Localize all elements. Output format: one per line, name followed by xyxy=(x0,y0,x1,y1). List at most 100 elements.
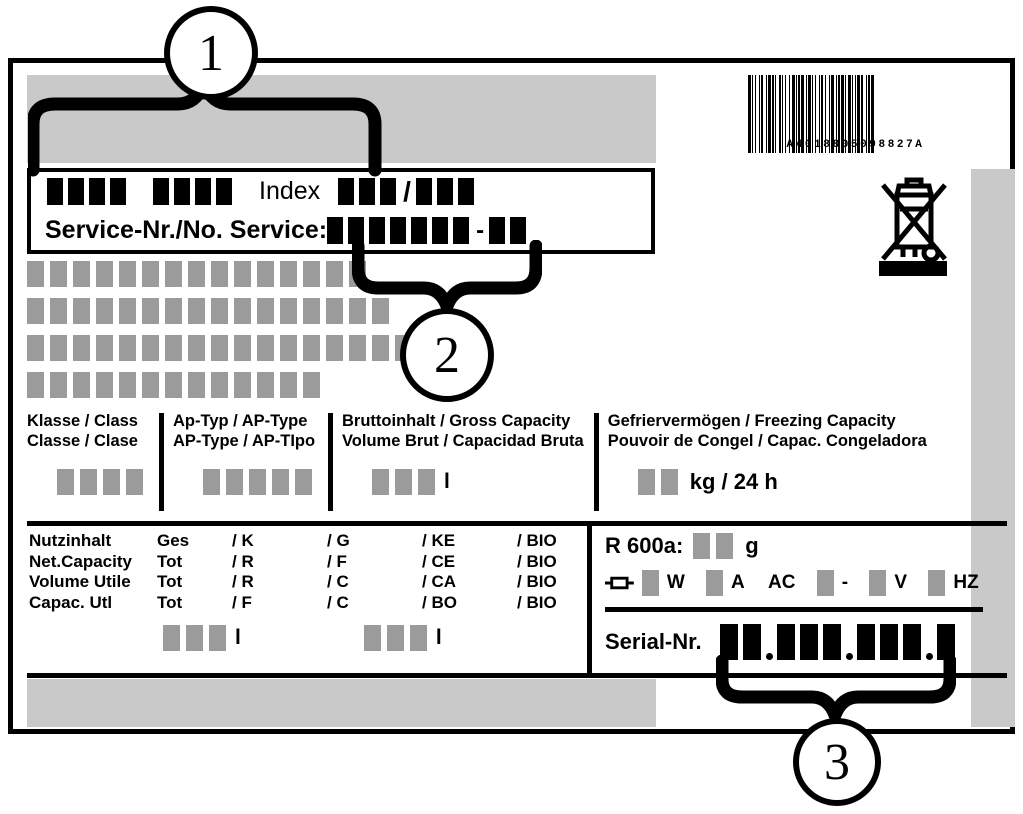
grey-filler-block xyxy=(234,298,251,324)
model-block xyxy=(195,178,211,205)
technical-divider-rule xyxy=(605,607,983,612)
service-number-label: Service-Nr./No. Service: xyxy=(45,216,328,244)
capacity-table-cell: / KE xyxy=(422,531,456,550)
grey-filler-block xyxy=(234,372,251,398)
spec-heading-line1: Bruttoinhalt / Gross Capacity xyxy=(342,412,571,430)
grey-filler-block xyxy=(211,261,228,287)
callout-number-1[interactable]: 1 xyxy=(164,6,258,100)
capacity-table-cell: / BIO xyxy=(517,551,557,571)
grey-filler-block xyxy=(165,335,182,361)
capacity-value-block xyxy=(409,625,427,651)
capacity-value-block xyxy=(386,625,404,651)
spec-value-block xyxy=(80,469,97,495)
capacity-table-cell: / BIO xyxy=(517,572,557,591)
grey-filler-block xyxy=(234,261,251,287)
technical-panel: R 600a: g W A AC - V HZ Serial-Nr. xyxy=(605,529,1000,660)
refrigerant-block xyxy=(693,533,711,559)
capacity-value-group: l xyxy=(163,625,241,651)
grey-filler-row xyxy=(27,372,418,398)
grey-filler-block xyxy=(257,372,274,398)
spec-column-freezing-capacity: Gefriervermögen / Freezing Capacity Pouvo… xyxy=(593,411,937,523)
grey-filler-block xyxy=(257,298,274,324)
grey-filler-block xyxy=(188,372,205,398)
capacity-table-cell: / C xyxy=(327,572,349,591)
grey-filler-block xyxy=(303,372,320,398)
spec-value-block xyxy=(418,469,435,495)
grey-filler-block xyxy=(303,261,320,287)
grey-filler-block xyxy=(280,298,297,324)
grey-filler-block xyxy=(326,335,343,361)
grey-filler-block xyxy=(119,335,136,361)
index-block xyxy=(415,178,432,205)
capacity-table-row: Volume Utile Tot / R / C / CA / BIO xyxy=(29,572,587,593)
spec-column-heading: Klasse / Class Classe / Clase xyxy=(27,411,149,451)
spec-value-block xyxy=(203,469,220,495)
grey-filler-block xyxy=(119,261,136,287)
grey-filler-block xyxy=(211,372,228,398)
callout-number-3[interactable]: 3 xyxy=(793,718,881,806)
spec-heading-line1: Klasse / Class xyxy=(27,412,138,430)
spec-value: kg / 24 h xyxy=(608,469,927,495)
net-capacity-values: ll xyxy=(163,625,565,651)
spec-value-block xyxy=(103,469,120,495)
grey-filler-block xyxy=(303,335,320,361)
capacity-table-cell: / BIO xyxy=(517,592,557,612)
model-block xyxy=(68,178,84,205)
grey-filler-block xyxy=(303,298,320,324)
grey-filler-block xyxy=(165,261,182,287)
barcode: A4018805098827A xyxy=(748,75,963,170)
grey-filler-block xyxy=(280,335,297,361)
index-blocks-right xyxy=(415,178,479,205)
model-block xyxy=(216,178,232,205)
grey-filler-block xyxy=(372,335,389,361)
capacity-table-cell: Tot xyxy=(157,572,183,591)
refrigerant-unit: g xyxy=(745,533,759,558)
grey-filler-block xyxy=(27,261,44,287)
grey-filler-block xyxy=(142,298,159,324)
capacity-value-block xyxy=(209,625,226,651)
electrical-unit-w: W xyxy=(666,572,685,593)
model-blocks-group-2 xyxy=(153,178,237,205)
spec-value-block xyxy=(395,469,412,495)
grey-filler-block xyxy=(96,261,113,287)
spec-value-block xyxy=(226,469,243,495)
electrical-unit-hz: HZ xyxy=(953,572,979,593)
capacity-table-cell: Tot xyxy=(157,592,183,612)
spec-value-block xyxy=(272,469,289,495)
spec-heading-line1: Gefriervermögen / Freezing Capacity xyxy=(607,412,896,430)
electrical-unit-: - xyxy=(841,572,849,593)
electrical-row: W A AC - V HZ xyxy=(605,567,1000,599)
grey-filler-block xyxy=(119,372,136,398)
capacity-value-group: l xyxy=(363,625,442,651)
capacity-table-cell: / F xyxy=(232,592,252,612)
grey-filler-block xyxy=(211,335,228,361)
spec-unit: kg / 24 h xyxy=(689,469,778,494)
spec-column-heading: Bruttoinhalt / Gross Capacity Volume Brut… xyxy=(342,411,584,451)
grey-filler-block xyxy=(50,298,67,324)
grey-filler-block xyxy=(326,298,343,324)
callout-number-2[interactable]: 2 xyxy=(400,308,494,402)
spec-heading-line2: Volume Brut / Capacidad Bruta xyxy=(342,432,584,450)
spec-value xyxy=(27,469,149,495)
refrigerant-block xyxy=(716,533,734,559)
spec-heading-line1: Ap-Typ / AP-Type xyxy=(173,412,308,430)
grey-filler-block xyxy=(142,261,159,287)
spec-value-block xyxy=(637,469,655,495)
grey-filler-block xyxy=(234,335,251,361)
spec-column-heading: Ap-Typ / AP-Type AP-Type / AP-TIpo xyxy=(173,411,318,451)
capacity-table-cell: / BIO xyxy=(517,531,557,550)
grey-filler-block xyxy=(50,261,67,287)
spec-heading-line2: AP-Type / AP-TIpo xyxy=(173,432,316,450)
grey-filler-block xyxy=(280,261,297,287)
grey-filler-block xyxy=(73,372,90,398)
grey-filler-block xyxy=(211,298,228,324)
capacity-table-cell: / K xyxy=(232,531,254,550)
divider-rule-top xyxy=(27,521,1007,526)
spec-heading-line2: Pouvoir de Congel / Capac. Congeladora xyxy=(607,432,927,450)
capacity-table-cell: / R xyxy=(232,551,254,571)
spec-value: l xyxy=(342,469,584,495)
model-block xyxy=(89,178,105,205)
grey-filler-block xyxy=(165,372,182,398)
model-block xyxy=(110,178,126,205)
capacity-value-block xyxy=(363,625,381,651)
